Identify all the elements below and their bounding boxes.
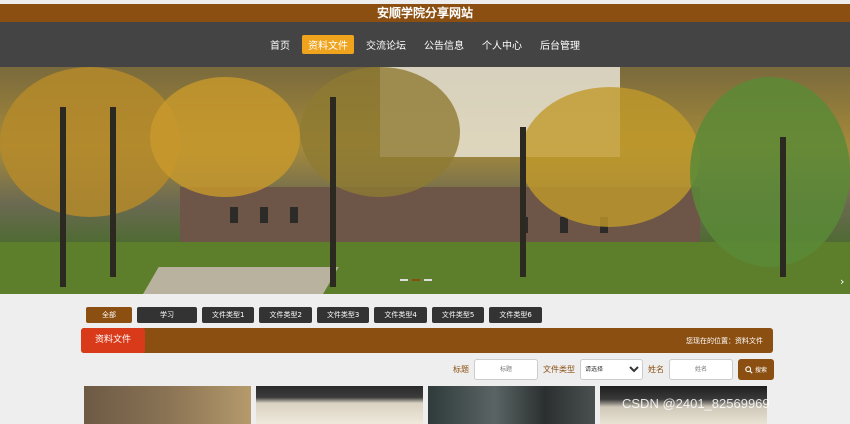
name-input[interactable] [669,359,733,380]
type-select[interactable]: 请选择 [580,359,643,380]
file-card[interactable] [84,386,251,424]
filter-type6[interactable]: 文件类型6 [489,307,542,323]
nav-profile[interactable]: 个人中心 [476,35,528,54]
filter-type4[interactable]: 文件类型4 [374,307,427,323]
carousel-dots [400,279,432,281]
title-input[interactable] [474,359,538,380]
breadcrumb: 您现在的位置：资料文件 [686,336,763,345]
type-label: 文件类型 [543,365,575,374]
filter-all[interactable]: 全部 [86,307,132,323]
filter-type1[interactable]: 文件类型1 [202,307,255,323]
search-icon [745,365,753,374]
nav-home[interactable]: 首页 [264,35,296,54]
filter-type5[interactable]: 文件类型5 [431,307,485,323]
section-header: 资料文件 您现在的位置：资料文件 [81,328,773,353]
carousel-dot[interactable] [400,279,408,281]
search-form: 标题 文件类型 请选择 姓名 搜索 [453,359,774,380]
banner-lawn [0,242,850,294]
banner-path [141,267,339,294]
file-card[interactable] [428,386,595,424]
banner-carousel[interactable]: › [0,67,850,294]
site-title: 安顺学院分享网站 [0,4,850,22]
search-button-label: 搜索 [754,368,767,374]
nav-files[interactable]: 资料文件 [302,35,354,54]
name-label: 姓名 [648,365,664,374]
chevron-right-icon[interactable]: › [840,275,844,288]
filter-type3[interactable]: 文件类型3 [316,307,370,323]
watermark: CSDN @2401_82569969 [622,396,770,411]
section-title: 资料文件 [81,328,145,353]
main-nav: 首页 资料文件 交流论坛 公告信息 个人中心 后台管理 [0,22,850,67]
title-label: 标题 [453,365,469,374]
carousel-dot[interactable] [424,279,432,281]
filter-bar: 全部 学习 文件类型1 文件类型2 文件类型3 文件类型4 文件类型5 文件类型… [86,307,542,323]
nav-forum[interactable]: 交流论坛 [360,35,412,54]
nav-admin[interactable]: 后台管理 [534,35,586,54]
carousel-dot-active[interactable] [412,279,420,281]
file-card[interactable] [256,386,423,424]
search-button[interactable]: 搜索 [738,359,774,380]
filter-type2[interactable]: 文件类型2 [259,307,312,323]
filter-study[interactable]: 学习 [137,307,197,323]
nav-notices[interactable]: 公告信息 [418,35,470,54]
